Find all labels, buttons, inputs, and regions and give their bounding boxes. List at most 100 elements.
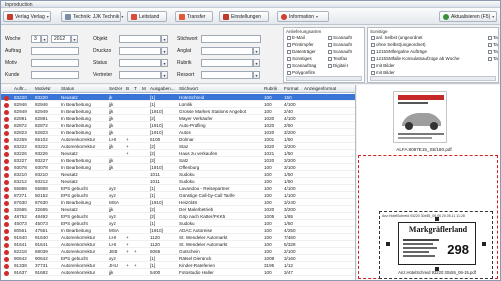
column-header[interactable]: T (134, 86, 137, 91)
table-cell: [1] (150, 193, 156, 198)
anlieferung-checkbox[interactable]: Printimpfer (287, 42, 314, 47)
resize-handle-icon[interactable] (386, 242, 390, 246)
technik-dropdown[interactable]: Technik: JJK Technik ▾ (61, 11, 123, 22)
horizontal-scrollbar[interactable] (370, 76, 496, 81)
sonstige-checkbox[interactable]: Ta (488, 35, 498, 40)
table-row[interactable]: 87271 50152 EPS gebucht xyz [1] Günstige Call… (1, 192, 355, 199)
anglat-input[interactable] (201, 47, 253, 55)
table-cell: 100 (264, 249, 272, 254)
rubrik-input[interactable] (201, 59, 253, 67)
resize-handle-icon[interactable] (482, 242, 486, 246)
table-row[interactable]: 83222 83222 Autorenkorrektur jjk + [2] Staz 102… (1, 143, 355, 150)
table-row[interactable]: 82823 82823 In Bearbeitung jjk [1910] Autos 10… (1, 129, 355, 136)
table-row[interactable]: 32665 32665 Neusatz jjk [2] Der Malerbetrieb 1… (1, 206, 355, 213)
column-header[interactable]: Setzer (109, 86, 122, 91)
sonstige-checkbox[interactable]: mit Bilder (371, 70, 395, 75)
sonstige-checkbox[interactable]: Ta (488, 56, 498, 61)
table-row[interactable]: 80561 47561 In Bearbeitung MSA [1910] ADAC Au… (1, 227, 355, 234)
table-row[interactable]: 83220 83220 Neusatz jk [1] HoteSchreid 100 150 (1, 94, 355, 101)
column-header[interactable]: Auftr... (14, 86, 27, 91)
column-header[interactable]: Format (284, 86, 299, 91)
druckzo-input[interactable] (119, 47, 161, 55)
aktualisieren-dropdown[interactable]: Aktualisieren (F5) ▾ (439, 11, 497, 22)
table-row[interactable]: 93078 93078 In Bearbeitung jjk [1910] Offenbu… (1, 164, 355, 171)
column-header[interactable]: MotivNr (35, 86, 51, 91)
anlieferung-checkbox[interactable]: Sonstiges (287, 56, 312, 61)
anlieferung-checkbox[interactable]: Digital-I (328, 63, 348, 68)
table-row[interactable]: 83212 93212 Neusatz 1011 Sudoku 100 1/50 (1, 178, 355, 185)
sonstige-checkbox[interactable]: anl. Selbst (ungeordnet (371, 35, 423, 40)
table-row[interactable]: 82218 68039 Autorenkorrektur JEB + +5065 Gutsc… (1, 248, 355, 255)
motiv-input[interactable] (31, 59, 79, 67)
leitstand-button[interactable]: Leitstand (127, 11, 167, 22)
pdf-thumbnail[interactable] (393, 91, 447, 143)
column-header[interactable]: Ausgaben... (150, 86, 175, 91)
table-row[interactable]: 90642 90642 EPS gebucht xyz [1] Rätsel Dierün… (1, 255, 355, 262)
anlieferung-checkbox[interactable]: Scanauftrag (287, 63, 316, 68)
table-cell: In Bearbeitung (61, 102, 91, 107)
anlieferung-checkbox[interactable]: E-Mail (287, 35, 305, 40)
table-row[interactable]: 83210 93210 Neusatz 1011 Sudoku 100 1/50 (1, 171, 355, 178)
table-row[interactable]: 82946 82946 In Bearbeitung jjk [1] Lümlik 100 4… (1, 101, 355, 108)
druckzo-dropdown-icon[interactable]: ▾ (161, 47, 168, 55)
einstellungen-button[interactable]: Einstellungen (219, 11, 269, 22)
column-header[interactable]: Anzeigenformat (304, 86, 336, 91)
anlieferung-checkbox[interactable]: Textfax (328, 56, 347, 61)
table-row[interactable]: 91637 91682 Autorenkorrektur jjk 5400 Fotostu… (1, 269, 355, 276)
column-header[interactable]: Stichwort (179, 86, 198, 91)
table-row[interactable]: 82949 82949 In Bearbeitung jjk [1910] Grosse … (1, 108, 355, 115)
column-header[interactable]: Rubrik (264, 86, 277, 91)
table-row[interactable]: 83226 93226 Neusatz + [2] Haus zu verkaufen 10… (1, 150, 355, 157)
anlieferung-checkbox[interactable]: Scanauftr (328, 42, 352, 47)
vertreter-dropdown-icon[interactable]: ▾ (161, 71, 168, 79)
table-row[interactable]: 82872 82872 In Bearbeitung jjk [1910] Auto-Pr… (1, 122, 355, 129)
table-row[interactable]: 87630 87630 In Bearbeitung MSA [1910] Heizöl4… (1, 199, 355, 206)
jahr-input[interactable]: 2012 (51, 35, 71, 43)
table-row[interactable]: 91640 91640 Autorenkorrektur LHI +1120 St. We… (1, 234, 355, 241)
information-dropdown[interactable]: Information ▾ (277, 11, 329, 22)
stichwort-input[interactable] (201, 35, 261, 43)
sonstige-checkbox[interactable]: ohne Selbst(ungeordnet) (371, 42, 426, 47)
jahr-dropdown-icon[interactable]: ▾ (71, 35, 78, 43)
ressort-dropdown-icon[interactable]: ▾ (253, 71, 260, 79)
column-header[interactable]: Status (61, 86, 74, 91)
table-row[interactable]: 55868 55868 EPS gebucht xyz [1] Lavandou - Re… (1, 185, 355, 192)
table-cell: [1910] (150, 109, 163, 114)
anglat-dropdown-icon[interactable]: ▾ (253, 47, 260, 55)
rubrik-dropdown-icon[interactable]: ▾ (253, 59, 260, 67)
sonstige-checkbox[interactable]: Ta (488, 49, 498, 54)
table-row[interactable]: 91641 91641 Autorenkorrektur LHI +1120 St. We… (1, 241, 355, 248)
sonstige-checkbox[interactable]: 1215SMfalle Konsulatsaufzüge ab Woche (371, 56, 459, 61)
transfer-button[interactable]: Transfer (175, 11, 213, 22)
table-row[interactable]: 45073 45073 EPS gebucht xyz [1] Sudoku 100 1/50 (1, 220, 355, 227)
table-row[interactable]: 82891 82891 In Bearbeitung jjk [2] Mayer Verk… (1, 115, 355, 122)
kunde-input[interactable] (31, 71, 79, 79)
sonstige-checkbox[interactable]: Ta (488, 42, 498, 47)
woche-dropdown-icon[interactable]: ▾ (41, 35, 48, 43)
ressort-input[interactable] (201, 71, 253, 79)
horizontal-scrollbar[interactable] (286, 76, 362, 81)
table-row[interactable]: 82259 65102 Autorenkorrektur LHI +5100 Dolmar… (1, 136, 355, 143)
anlieferung-checkbox[interactable]: Datenträger (287, 49, 316, 54)
sonstige-checkbox[interactable]: mit Bilder (371, 63, 395, 68)
table-row[interactable]: 83227 93227 In Bearbeitung jjk [2] Satz 1020 3/… (1, 157, 355, 164)
sonstige-checkbox[interactable]: 1215SMfergalne Aufträge (371, 49, 427, 54)
anlieferung-checkbox[interactable]: Scanauftr (328, 49, 352, 54)
verlag-dropdown[interactable]: Verlag Verlag ▾ (3, 11, 51, 22)
table-row[interactable]: 48752 48492 EPS gebucht xyz [2] Göp nach Katt… (1, 213, 355, 220)
woche-input[interactable]: 3 (31, 35, 41, 43)
vertreter-input[interactable] (119, 71, 161, 79)
table-row[interactable]: 91338 37731 Autorenkorrektur JHU + + [1] Kinder… (1, 262, 355, 269)
anlieferung-checkbox[interactable]: Polygonfilm (287, 70, 315, 75)
column-header[interactable]: B (126, 86, 129, 91)
ad-preview[interactable]: Anz.HotelSchreid 93220 30x55_06.05 20.05… (379, 211, 493, 279)
table-cell: 3/200 (284, 158, 296, 163)
objekt-dropdown-icon[interactable]: ▾ (161, 35, 168, 43)
status-dropdown-icon[interactable]: ▾ (161, 59, 168, 67)
objekt-input[interactable] (119, 35, 161, 43)
anlieferung-checkbox[interactable]: Scanauftr (328, 35, 352, 40)
auftrag-input[interactable] (31, 47, 79, 55)
status-input[interactable] (119, 59, 161, 67)
column-header[interactable]: M (142, 86, 146, 91)
resize-handle-icon[interactable] (435, 217, 439, 221)
